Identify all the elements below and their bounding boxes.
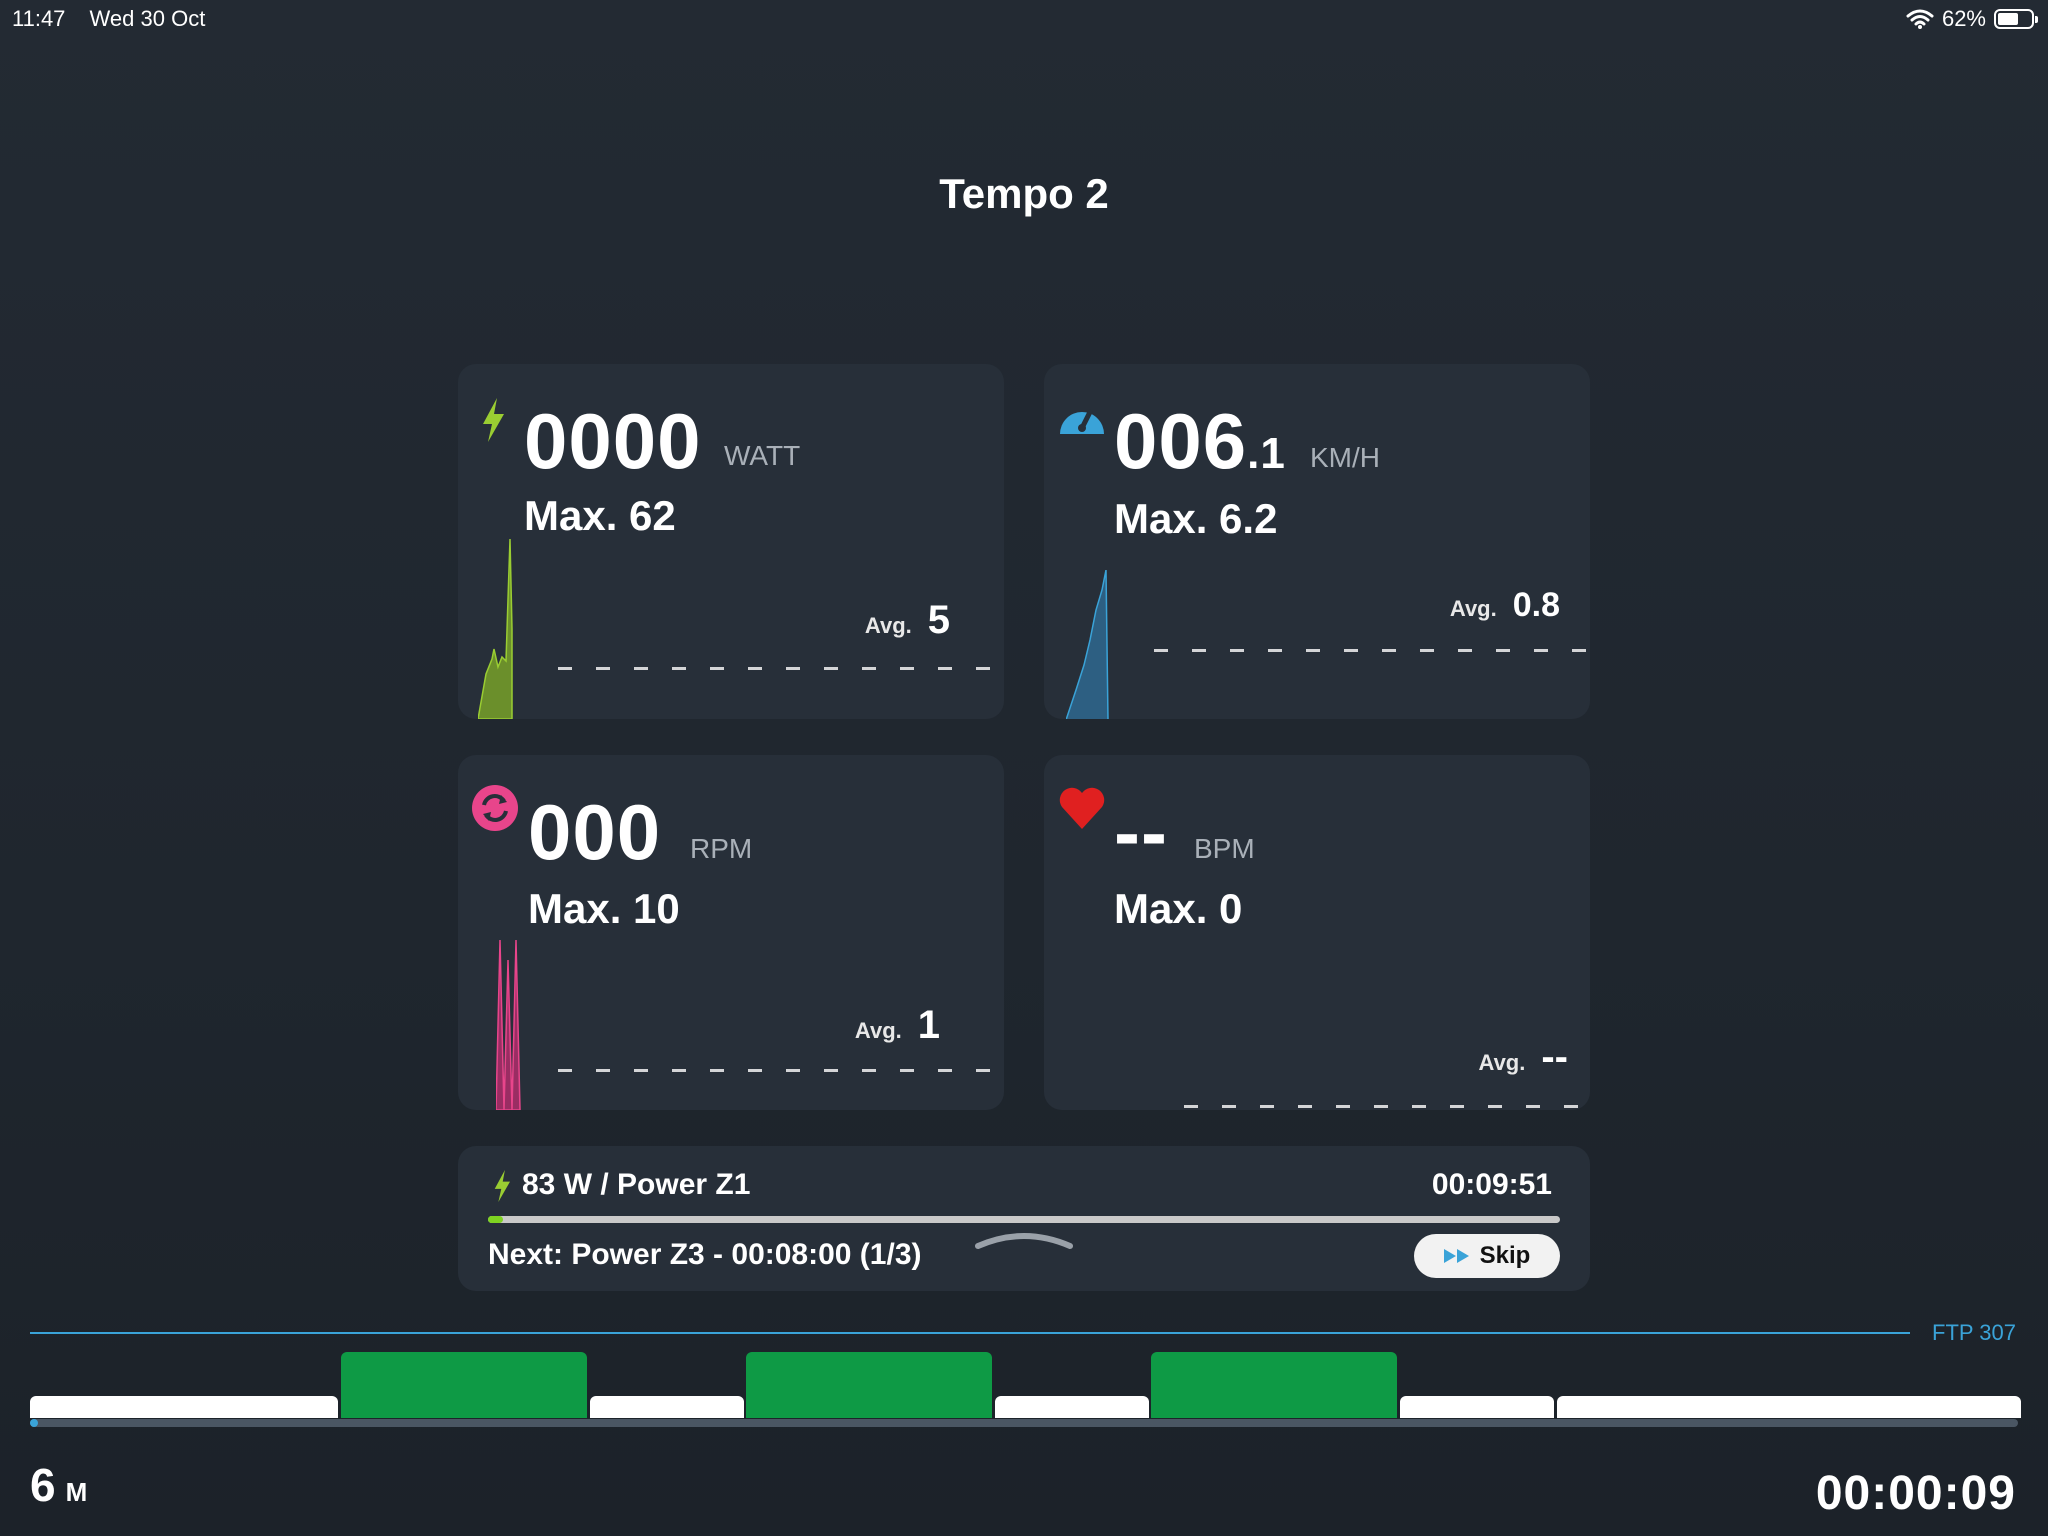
interval-progress-bar [488,1216,1560,1223]
speedometer-icon [1060,409,1104,434]
cadence-cycle-icon [472,785,518,831]
speed-avg: Avg. 0.8 [1450,586,1560,625]
cadence-avg: Avg. 1 [855,1003,940,1048]
status-time: 11:47 [12,6,66,31]
power-avg-value: 5 [927,598,950,642]
status-left: 11:47 Wed 30 Oct [12,6,223,32]
power-avg-label: Avg. [864,613,912,638]
distance: 6M [30,1458,87,1512]
cadence-tile[interactable]: 000 RPM Max. 10 Avg. 1 [458,755,1004,1110]
speed-tile[interactable]: 006.1 KM/H Max. 6.2 Avg. 0.8 [1044,364,1590,719]
cadence-sparkline [496,940,521,1110]
speed-avg-label: Avg. [1449,596,1497,621]
workout-progress-bar [30,1419,2018,1427]
workout-block-low [1557,1396,2021,1418]
wifi-icon [1906,9,1934,29]
lightning-bolt-icon [494,1170,510,1202]
speed-value-main: 006 [1114,397,1248,485]
cadence-avg-line [558,1069,1004,1072]
interval-panel[interactable]: 83 W / Power Z1 00:09:51 Next: Power Z3 … [458,1146,1590,1291]
workout-blocks [30,1340,2030,1418]
fast-forward-icon [1443,1249,1469,1263]
speed-unit: KM/H [1310,442,1380,473]
heart-rate-avg-value: -- [1541,1035,1568,1079]
speed-sparkline [1066,570,1109,719]
heart-rate-avg-label: Avg. [1478,1050,1526,1075]
speed-value: 006.1 [1114,396,1286,487]
speed-max: Max. 6.2 [1114,495,1278,542]
next-interval-label: Next: Power Z3 - 00:08:00 (1/3) [488,1238,922,1271]
workout-block-low [1400,1396,1554,1418]
cadence-unit: RPM [690,833,753,864]
power-avg-line [558,667,1004,670]
skip-button[interactable]: Skip [1414,1234,1560,1278]
cadence-max: Max. 10 [528,885,680,932]
status-bar: 11:47 Wed 30 Oct 62% [0,0,2048,40]
cadence-avg-label: Avg. [854,1018,902,1043]
heart-rate-avg-line [1184,1105,1590,1108]
cadence-value: 000 [528,788,662,876]
workout-block-high [1151,1352,1397,1418]
battery-level [1998,13,2018,25]
workout-block-low [30,1396,338,1418]
power-sparkline [478,539,513,719]
interval-remaining-time: 00:09:51 [1431,1168,1552,1201]
power-max: Max. 62 [524,492,676,539]
power-unit: WATT [724,440,801,471]
workout-title: Tempo 2 [939,170,1109,217]
heart-rate-unit: BPM [1194,833,1255,864]
skip-button-label: Skip [1479,1242,1531,1269]
workout-block-low [995,1396,1149,1418]
speed-avg-line [1154,649,1590,652]
heart-icon [1059,787,1105,829]
distance-value: 6 [30,1459,56,1511]
workout-block-low [590,1396,744,1418]
status-date: Wed 30 Oct [89,6,206,31]
power-tile[interactable]: 0000 WATT Max. 62 Avg. 5 [458,364,1004,719]
workout-progress-fill [30,1419,38,1427]
workout-block-high [746,1352,992,1418]
battery-icon [1994,9,2038,29]
heart-rate-tile[interactable]: -- BPM Max. 0 Avg. -- [1044,755,1590,1110]
heart-rate-max: Max. 0 [1114,885,1243,932]
elapsed-time: 00:00:09 [1815,1467,2016,1520]
ftp-line [30,1332,1910,1334]
interval-progress-fill [488,1216,503,1223]
heart-rate-value: -- [1114,788,1168,876]
expand-handle-icon[interactable] [974,1228,1074,1252]
speed-avg-value: 0.8 [1512,586,1560,624]
status-right: 62% [1906,6,2038,32]
current-interval-label: 83 W / Power Z1 [522,1168,751,1201]
distance-unit: M [65,1477,88,1507]
speed-value-decimal: .1 [1247,429,1286,478]
power-value: 0000 [524,397,702,485]
heart-rate-avg: Avg. -- [1479,1035,1569,1080]
lightning-bolt-icon [483,398,504,442]
cadence-avg-value: 1 [917,1003,940,1047]
battery-percent: 62% [1941,6,1986,31]
power-avg: Avg. 5 [865,598,950,643]
workout-block-high [341,1352,587,1418]
